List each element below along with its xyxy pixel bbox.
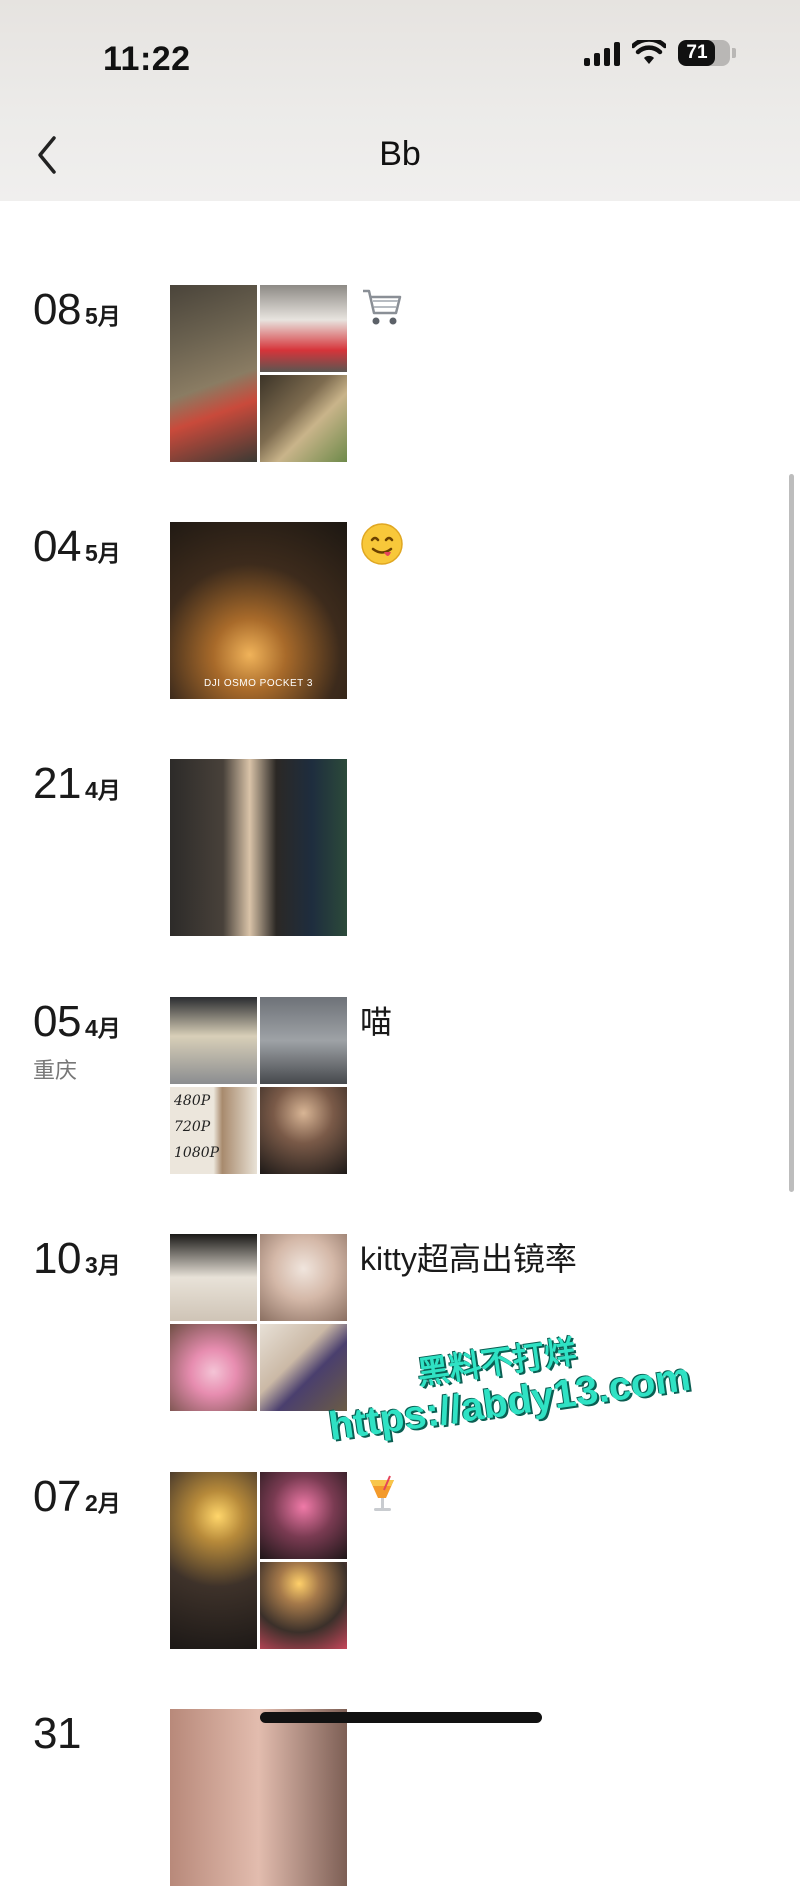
photo-grid[interactable] xyxy=(170,759,347,936)
photo-grid[interactable] xyxy=(170,1234,347,1411)
entry-day: 07 xyxy=(33,1472,81,1521)
status-icons: 71 xyxy=(584,40,736,66)
wifi-icon xyxy=(632,40,666,64)
photo xyxy=(170,1234,257,1321)
moment-entry[interactable]: 04 5月 DJI OSMO POCKET 3 xyxy=(0,522,800,700)
moment-entry[interactable]: 07 2月 xyxy=(0,1472,800,1650)
quality-label: 1080P xyxy=(174,1145,220,1161)
photo xyxy=(260,375,347,462)
status-time: 11:22 xyxy=(103,40,191,78)
photo xyxy=(260,285,347,372)
photo xyxy=(170,1324,257,1411)
entry-month: 4月 xyxy=(84,1015,121,1041)
entry-month: 5月 xyxy=(84,303,121,329)
moment-entry[interactable]: 31 xyxy=(0,1709,800,1887)
yum-face-icon xyxy=(361,523,403,565)
entry-date: 04 5月 xyxy=(33,522,121,572)
entry-caption: 喵 xyxy=(360,1004,393,1040)
photo xyxy=(170,285,257,462)
entry-date: 07 2月 xyxy=(33,1472,121,1522)
entry-day: 10 xyxy=(33,1234,81,1283)
quality-label: 720P xyxy=(174,1119,211,1135)
photo xyxy=(260,1562,347,1649)
moment-entry[interactable]: 05 4月 重庆 480P 720P 1080P 喵 xyxy=(0,997,800,1175)
page-title: Bb xyxy=(379,135,421,173)
photo xyxy=(170,1472,257,1649)
moment-entry[interactable]: 10 3月 kitty超高出镜率 xyxy=(0,1234,800,1412)
photo-grid[interactable] xyxy=(170,285,347,462)
shopping-cart-icon xyxy=(363,289,402,325)
moment-entry[interactable]: 21 4月 xyxy=(0,759,800,937)
moment-entry[interactable]: 08 5月 xyxy=(0,285,800,463)
photo xyxy=(260,1234,347,1321)
entry-month: 3月 xyxy=(84,1252,121,1278)
tropical-drink-icon xyxy=(370,1475,394,1511)
entry-date: 10 3月 xyxy=(33,1234,121,1284)
entry-day: 21 xyxy=(33,759,81,808)
quality-label: 480P xyxy=(174,1093,211,1109)
entry-month: 4月 xyxy=(84,777,121,803)
photo: DJI OSMO POCKET 3 xyxy=(170,522,347,699)
entry-day: 08 xyxy=(33,285,81,334)
entry-date: 21 4月 xyxy=(33,759,121,809)
photo xyxy=(170,759,347,936)
photo xyxy=(260,1472,347,1559)
battery-icon: 71 xyxy=(678,40,730,66)
entry-month: 5月 xyxy=(84,540,121,566)
photo xyxy=(260,1087,347,1174)
battery-tip xyxy=(732,48,736,58)
navigation-header: 11:22 71 Bb xyxy=(0,0,800,201)
battery-level: 71 xyxy=(686,42,708,63)
entry-day: 04 xyxy=(33,522,81,571)
photo xyxy=(170,1709,347,1886)
entry-date: 31 xyxy=(33,1709,85,1759)
photo xyxy=(260,997,347,1084)
entry-date: 08 5月 xyxy=(33,285,121,335)
photo-caption-text: DJI OSMO POCKET 3 xyxy=(204,678,313,689)
scrollbar[interactable] xyxy=(789,474,794,1192)
cellular-signal-icon xyxy=(584,40,620,66)
photo-grid[interactable]: DJI OSMO POCKET 3 xyxy=(170,522,347,699)
entry-day: 31 xyxy=(33,1709,81,1758)
home-indicator[interactable] xyxy=(260,1712,542,1723)
photo xyxy=(170,997,257,1084)
moments-feed: 08 5月 04 5月 DJI OSMO POCKET 3 21 4月 05 4… xyxy=(0,201,800,1886)
entry-month: 2月 xyxy=(84,1490,121,1516)
entry-caption: kitty超高出镜率 xyxy=(360,1241,577,1277)
entry-day: 05 xyxy=(33,997,81,1046)
entry-location: 重庆 xyxy=(33,1058,78,1083)
photo: 480P 720P 1080P xyxy=(170,1087,257,1174)
photo-grid[interactable] xyxy=(170,1472,347,1649)
photo-grid[interactable] xyxy=(170,1709,347,1886)
entry-date: 05 4月 xyxy=(33,997,121,1047)
photo-grid[interactable]: 480P 720P 1080P xyxy=(170,997,347,1174)
photo xyxy=(260,1324,347,1411)
